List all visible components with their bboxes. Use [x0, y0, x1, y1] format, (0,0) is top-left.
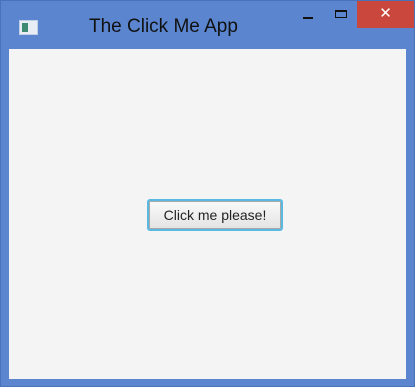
minimize-icon [303, 17, 313, 19]
window-title: The Click Me App [89, 16, 238, 37]
minimize-button[interactable] [291, 1, 325, 29]
content-area: Click me please! [9, 49, 406, 379]
java-window-icon[interactable] [19, 20, 38, 35]
close-icon: ✕ [379, 4, 392, 22]
click-me-button[interactable]: Click me please! [147, 199, 283, 231]
close-button[interactable]: ✕ [357, 1, 414, 28]
maximize-icon [335, 10, 347, 18]
app-icon-pane [22, 23, 28, 32]
title-bar[interactable]: The Click Me App ✕ [1, 1, 414, 49]
app-window: The Click Me App ✕ Click me please! [0, 0, 415, 387]
maximize-button[interactable] [325, 1, 357, 29]
